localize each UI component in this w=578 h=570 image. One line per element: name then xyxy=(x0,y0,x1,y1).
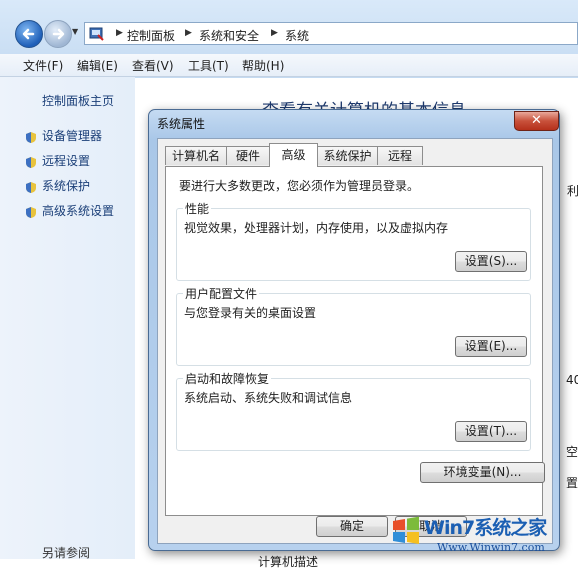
user-profiles-group: 用户配置文件 与您登录有关的桌面设置 设置(E)... xyxy=(176,285,531,366)
startup-recovery-settings-button[interactable]: 设置(T)... xyxy=(455,421,527,442)
address-bar[interactable]: ▶ 控制面板 ▶ 系统和安全 ▶ 系统 xyxy=(84,22,578,45)
startup-recovery-group: 启动和故障恢复 系统启动、系统失败和调试信息 设置(T)... xyxy=(176,370,531,451)
dialog-body: 计算机名 硬件 高级 系统保护 远程 要进行大多数更改，您必须作为管理员登录。 … xyxy=(157,138,553,544)
advanced-system-settings-link[interactable]: 高级系统设置 xyxy=(42,202,114,219)
background-text-fragment: 空 xyxy=(566,445,578,459)
background-text-fragment: 40 xyxy=(566,373,578,387)
admin-note: 要进行大多数更改，您必须作为管理员登录。 xyxy=(179,179,420,193)
see-also-heading: 另请参阅 xyxy=(42,546,91,560)
background-text-fragment: 利 xyxy=(567,184,578,198)
history-dropdown-icon[interactable]: ▼ xyxy=(72,28,80,36)
group-description: 与您登录有关的桌面设置 xyxy=(184,306,317,320)
menu-edit[interactable]: 编辑(E) xyxy=(77,57,118,74)
breadcrumb-control-panel[interactable]: 控制面板 xyxy=(127,27,175,44)
windows-logo-icon xyxy=(393,516,419,544)
advanced-tab-panel: 要进行大多数更改，您必须作为管理员登录。 性能 视觉效果，处理器计划，内存使用，… xyxy=(165,166,545,516)
breadcrumb-separator-icon: ▶ xyxy=(271,28,278,38)
watermark-url: Www.Winwin7.com xyxy=(437,541,545,554)
group-title: 启动和故障恢复 xyxy=(183,370,272,387)
tab-remote[interactable]: 远程 xyxy=(377,146,423,165)
group-description: 系统启动、系统失败和调试信息 xyxy=(184,391,353,405)
tab-hardware[interactable]: 硬件 xyxy=(226,146,270,165)
ok-button[interactable]: 确定 xyxy=(316,516,388,537)
shield-icon xyxy=(26,132,36,143)
explorer-toolbar: ▼ ▶ 控制面板 ▶ 系统和安全 ▶ 系统 文件(F) 编辑(E) 查看(V) … xyxy=(0,0,578,78)
breadcrumb-system[interactable]: 系统 xyxy=(285,27,309,44)
close-icon: ✕ xyxy=(531,113,542,128)
remote-settings-link[interactable]: 远程设置 xyxy=(42,152,90,169)
back-arrow-icon xyxy=(22,28,35,40)
group-description: 视觉效果，处理器计划，内存使用，以及虚拟内存 xyxy=(184,221,449,235)
computer-description-label: 计算机描述 xyxy=(258,555,319,569)
menu-view[interactable]: 查看(V) xyxy=(132,57,174,74)
dialog-title: 系统属性 xyxy=(157,117,206,131)
group-title: 用户配置文件 xyxy=(183,285,260,302)
forward-arrow-icon xyxy=(52,28,65,40)
system-protection-link[interactable]: 系统保护 xyxy=(42,177,90,194)
left-task-pane: 控制面板主页 设备管理器 远程设置 系统保护 高级系统设置 另请参阅 xyxy=(0,77,135,560)
menu-bar: 文件(F) 编辑(E) 查看(V) 工具(T) 帮助(H) xyxy=(0,54,578,77)
background-text-fragment: 置 xyxy=(566,476,578,490)
shield-icon xyxy=(26,207,36,218)
menu-file[interactable]: 文件(F) xyxy=(23,57,63,74)
performance-settings-button[interactable]: 设置(S)... xyxy=(455,251,527,272)
menu-help[interactable]: 帮助(H) xyxy=(242,57,284,74)
close-button[interactable]: ✕ xyxy=(514,111,559,131)
breadcrumb-separator-icon: ▶ xyxy=(185,28,192,38)
shield-icon xyxy=(26,182,36,193)
back-button[interactable] xyxy=(15,20,43,48)
control-panel-icon xyxy=(89,27,104,41)
breadcrumb-system-security[interactable]: 系统和安全 xyxy=(199,27,259,44)
tab-computer-name[interactable]: 计算机名 xyxy=(165,146,227,165)
breadcrumb-separator-icon: ▶ xyxy=(116,28,123,38)
control-panel-home-link[interactable]: 控制面板主页 xyxy=(42,92,114,109)
forward-button[interactable] xyxy=(44,20,72,48)
device-manager-link[interactable]: 设备管理器 xyxy=(42,127,102,144)
environment-variables-button[interactable]: 环境变量(N)... xyxy=(420,462,545,483)
group-title: 性能 xyxy=(183,200,212,217)
menu-tools[interactable]: 工具(T) xyxy=(188,57,229,74)
system-properties-dialog: 系统属性 ✕ 计算机名 硬件 高级 系统保护 远程 要进行大多数更改，您必须作为… xyxy=(148,109,560,551)
shield-icon xyxy=(26,157,36,168)
watermark-text: Win7系统之家 xyxy=(424,517,547,539)
tab-system-protection[interactable]: 系统保护 xyxy=(317,146,378,165)
performance-group: 性能 视觉效果，处理器计划，内存使用，以及虚拟内存 设置(S)... xyxy=(176,200,531,281)
user-profiles-settings-button[interactable]: 设置(E)... xyxy=(455,336,527,357)
tab-advanced[interactable]: 高级 xyxy=(269,143,318,167)
